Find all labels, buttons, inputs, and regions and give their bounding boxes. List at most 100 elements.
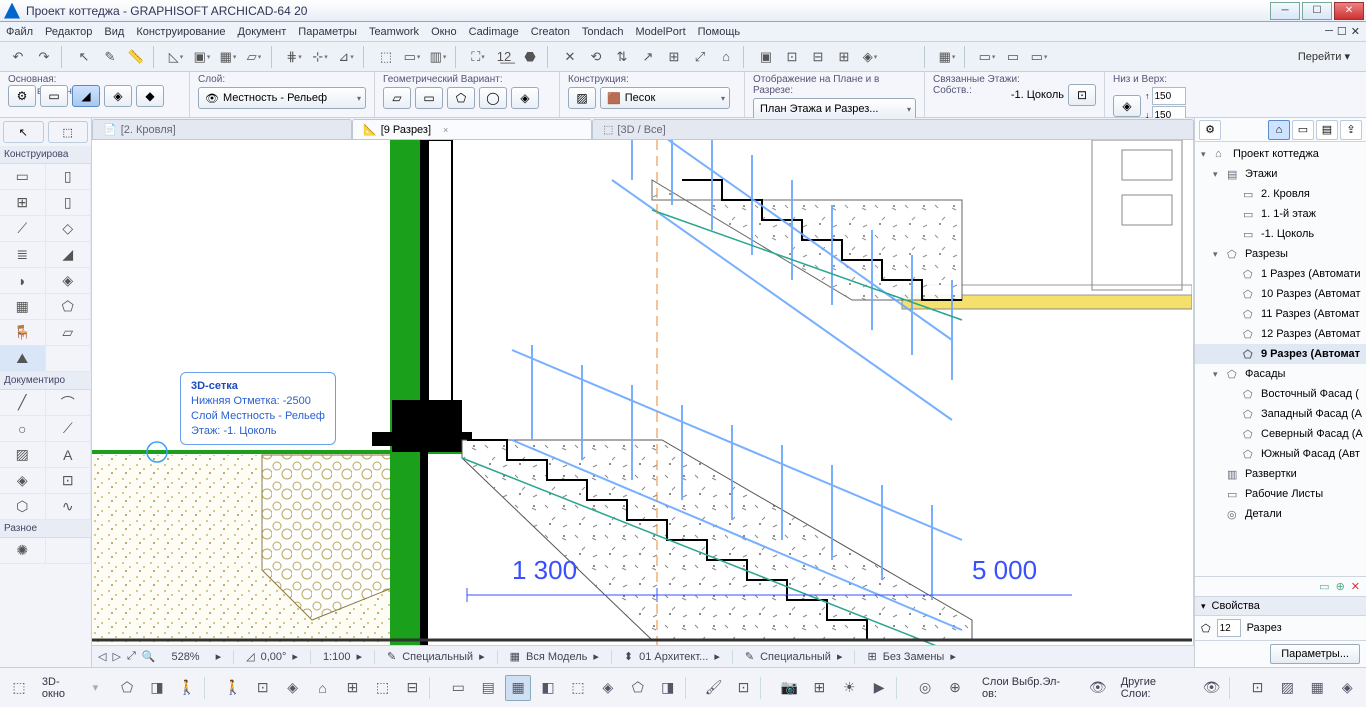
text-tool[interactable]: A	[46, 442, 92, 468]
3d-label[interactable]: 3D-окно	[42, 676, 83, 700]
snap-button[interactable]: ▣▾	[190, 45, 214, 69]
material-combo[interactable]: 🟫 Песок	[600, 87, 730, 109]
nav-new-icon[interactable]: ▭	[1319, 580, 1329, 593]
nav-project-tab[interactable]: ⌂	[1268, 120, 1290, 140]
surface-mode-icon[interactable]: ◈	[104, 85, 132, 107]
other-layer-icon[interactable]: 👁	[1199, 675, 1225, 701]
3d-icon[interactable]: ⬚	[6, 675, 32, 701]
story-link-icon[interactable]: ⊡	[1068, 84, 1096, 106]
b6[interactable]: ⬚	[369, 675, 395, 701]
grid-button[interactable]: ▦▾	[216, 45, 240, 69]
minimize-button[interactable]: ─	[1270, 2, 1300, 20]
pick-button[interactable]: ↖	[72, 45, 96, 69]
e1[interactable]: 📷	[776, 675, 802, 701]
menu-design[interactable]: Конструирование	[136, 26, 225, 38]
g1[interactable]: ⊡	[1244, 675, 1270, 701]
layercomb-value[interactable]: 01 Архитект...	[639, 651, 708, 663]
nav-publish-tab[interactable]: ⇪	[1340, 120, 1362, 140]
nav-del-icon[interactable]: ✕	[1351, 580, 1360, 593]
arrow-tool[interactable]: ↖	[3, 121, 44, 143]
props-settings-button[interactable]: Параметры...	[1270, 644, 1360, 664]
zoom-in[interactable]: 🔍	[142, 650, 156, 663]
filter-button[interactable]: ▥▾	[426, 45, 450, 69]
wall-tool[interactable]: ▭	[0, 164, 46, 190]
hotspot-tool[interactable]: ✺	[0, 538, 46, 564]
polyline-tool[interactable]: ⟋	[46, 416, 92, 442]
f1[interactable]: ◎	[912, 675, 938, 701]
b4[interactable]: ⌂	[310, 675, 336, 701]
menu-window[interactable]: Окно	[431, 26, 457, 38]
close-button[interactable]: ✕	[1334, 2, 1364, 20]
menu-options[interactable]: Параметры	[298, 26, 357, 38]
menu-document[interactable]: Документ	[238, 26, 287, 38]
menu-tondach[interactable]: Tondach	[582, 26, 624, 38]
zoom-fit[interactable]: ⤢	[127, 650, 136, 663]
g2[interactable]: ▨	[1274, 675, 1300, 701]
gridsnap-button[interactable]: ⋕▾	[282, 45, 306, 69]
group5-button[interactable]: ◈▾	[858, 45, 882, 69]
menu-edit[interactable]: Редактор	[45, 26, 92, 38]
stair-tool[interactable]: ≣	[0, 242, 46, 268]
angle-value[interactable]: 0,00°	[261, 651, 287, 663]
edit2-button[interactable]: ⟲	[584, 45, 608, 69]
nav-view-tab[interactable]: ▭	[1292, 120, 1314, 140]
c8[interactable]: ◨	[655, 675, 681, 701]
tab-3d[interactable]: ⬚ [3D / Все]	[592, 119, 1194, 139]
scale-value[interactable]: 1:100	[323, 651, 351, 663]
zoom-menu[interactable]: ▸	[216, 650, 222, 663]
misc-header[interactable]: Разное	[0, 520, 91, 538]
g3[interactable]: ▦	[1304, 675, 1330, 701]
zoom-value[interactable]: 528%	[171, 651, 199, 663]
geom1-icon[interactable]: ▱	[383, 87, 411, 109]
suspend-button[interactable]: ⬚	[374, 45, 398, 69]
skylight-tool[interactable]: ◈	[46, 268, 92, 294]
geom2-icon[interactable]: ▭	[415, 87, 443, 109]
door-tool[interactable]: ▯	[46, 164, 92, 190]
nav-back[interactable]: ◁	[98, 650, 106, 663]
layout3-button[interactable]: ▭▾	[1027, 45, 1051, 69]
lamp-tool[interactable]	[46, 346, 92, 372]
nav-fwd[interactable]: ▷	[112, 650, 120, 663]
dim-button[interactable]: 1̲2̲	[492, 45, 516, 69]
ruler-button[interactable]: 📏	[124, 45, 148, 69]
tree-story-1[interactable]: ▭1. 1-й этаж	[1195, 204, 1366, 224]
line-tool[interactable]: ╱	[0, 390, 46, 416]
elemsnap-button[interactable]: ⊹▾	[308, 45, 332, 69]
tab-close-icon[interactable]: ×	[443, 125, 448, 135]
tab-plan[interactable]: 📄 [2. Кровля]	[92, 119, 352, 139]
e3[interactable]: ☀	[836, 675, 862, 701]
tree-section-11[interactable]: ⬠11 Разрез (Автомат	[1195, 304, 1366, 324]
c5[interactable]: ⬚	[565, 675, 591, 701]
marquee-tool[interactable]: ⬚	[48, 121, 89, 143]
window-tool[interactable]: ⊞	[0, 190, 46, 216]
fill-tool[interactable]: ▨	[0, 442, 46, 468]
persp-icon[interactable]: ⬠	[114, 675, 140, 701]
scale-menu[interactable]: ▸	[356, 650, 362, 663]
f2[interactable]: ⊕	[942, 675, 968, 701]
tree-section-9[interactable]: ⬠9 Разрез (Автомат	[1195, 344, 1366, 364]
model-value[interactable]: Вся Модель	[526, 651, 587, 663]
b2[interactable]: ⊡	[250, 675, 276, 701]
label-tool[interactable]: ◈	[0, 468, 46, 494]
drawing-canvas[interactable]: 3D-сетка Нижняя Отметка: -2500 Слой Мест…	[92, 140, 1194, 645]
tree-section-10[interactable]: ⬠10 Разрез (Автомат	[1195, 284, 1366, 304]
edit4-button[interactable]: ↗	[636, 45, 660, 69]
display-combo[interactable]: План Этажа и Разрез...	[753, 98, 916, 120]
override-value[interactable]: Без Замены	[883, 651, 945, 663]
g4[interactable]: ◈	[1334, 675, 1360, 701]
shell-tool[interactable]: ◗	[0, 268, 46, 294]
plane-button[interactable]: ▱▾	[242, 45, 266, 69]
dimstyle-value[interactable]: Специальный	[760, 651, 831, 663]
c1[interactable]: ▭	[445, 675, 471, 701]
design-header[interactable]: Конструирова	[0, 146, 91, 164]
slab-tool[interactable]: ◇	[46, 216, 92, 242]
menu-file[interactable]: Файл	[6, 26, 33, 38]
tree-elev-e[interactable]: ⬠Восточный Фасад (	[1195, 384, 1366, 404]
trace-button[interactable]: ▭▾	[400, 45, 424, 69]
axo-icon[interactable]: ◨	[144, 675, 170, 701]
walk-icon[interactable]: 🚶	[174, 675, 200, 701]
tree-ie[interactable]: ▥Развертки	[1195, 464, 1366, 484]
edit6-button[interactable]: ⤢	[688, 45, 712, 69]
menu-view[interactable]: Вид	[104, 26, 124, 38]
roof-tool[interactable]: ◢	[46, 242, 92, 268]
